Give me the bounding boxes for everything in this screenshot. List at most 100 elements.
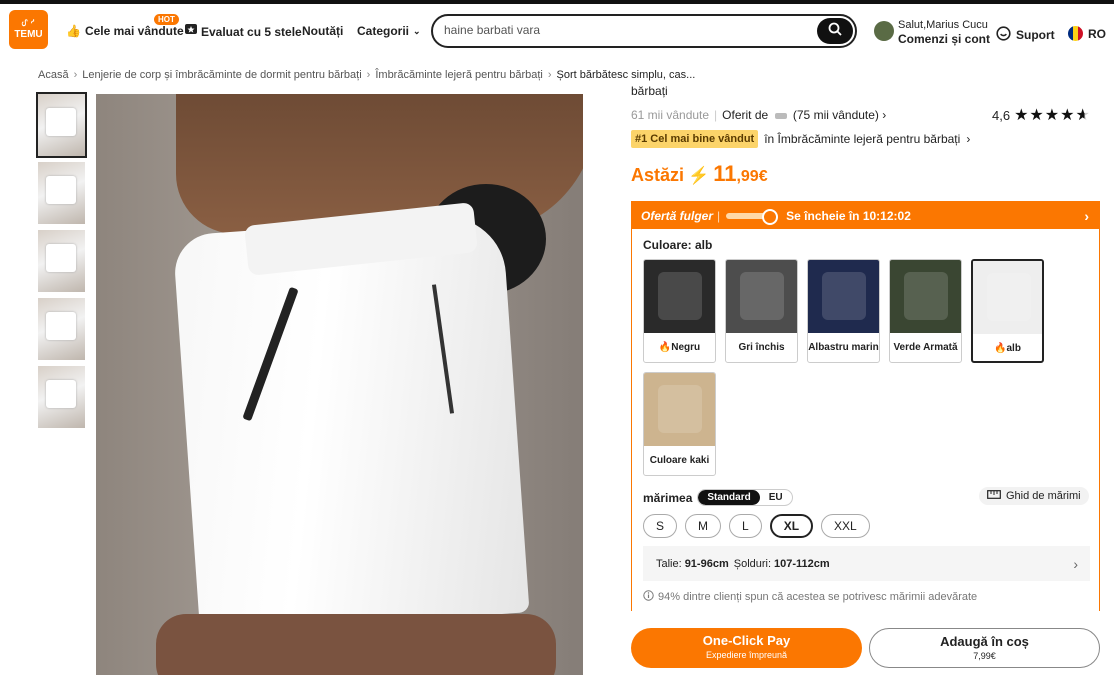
size-option-s[interactable]: S [643,514,678,538]
nav-five-star-label: Evaluat cu 5 stele [201,24,302,39]
color-label: Culoare: alb [643,238,713,252]
language-selector[interactable]: RO [1068,26,1106,41]
thumbs-up-icon: 👍 [66,24,81,38]
nav-categories-label: Categorii [357,24,410,38]
support-link[interactable]: Suport [996,26,1055,44]
support-label: Suport [1016,28,1055,42]
size-option-l[interactable]: L [729,514,762,538]
size-header: mărimea Standard EU [643,489,793,506]
toggle-standard[interactable]: Standard [698,490,760,505]
nav-five-star[interactable]: Evaluat cu 5 stele [185,24,302,39]
thumbnail-list [36,92,87,434]
seller-link[interactable]: Oferit de (75 mii vândute) › [722,108,886,122]
orders-account-link: Comenzi și cont [898,32,991,46]
rating-stars-icon: ★★★★★ [1014,107,1091,124]
size-guide-label: Ghid de mărimi [1006,490,1081,502]
breadcrumb-home[interactable]: Acasă [38,69,69,81]
thumbnail-2[interactable] [38,162,85,224]
pay-sublabel: Expediere împreună [705,650,788,660]
color-option-verde-armata[interactable]: Verde Armată [889,259,962,363]
color-option-gri-inchis[interactable]: Gri închis [725,259,798,363]
avatar[interactable] [874,21,894,41]
rating[interactable]: 4,6 ★★★★★ [992,105,1091,125]
breadcrumb-separator: › [366,69,371,81]
logo-text: TEMU [14,28,43,40]
main-product-image[interactable] [96,94,583,675]
waist-value: 91-96cm [684,557,729,570]
search-button[interactable] [817,18,853,44]
toggle-eu[interactable]: EU [760,490,792,505]
price: Astăzi ⚡ 11,99€ [631,161,768,187]
size-label: mărimea [643,490,693,505]
color-name: Negru [671,342,701,353]
countdown-progress [726,208,779,225]
chevron-right-icon: › [882,108,887,122]
sales-info: 61 mii vândute | Oferit de (75 mii vându… [631,108,886,122]
color-option-label: 🔥alb [973,334,1042,354]
color-thumb [644,373,715,446]
color-name: alb [1006,343,1021,354]
temu-logo[interactable]: ᦔ ᔇ TEMU [9,10,48,49]
search-input[interactable] [444,23,804,37]
flash-sale-bar[interactable]: Ofertă fulger | Se încheie în 10:12:02 › [632,202,1099,229]
fire-icon: 🔥 [994,343,1007,354]
color-name: Culoare kaki [649,455,710,466]
image-legs [156,614,556,675]
user-greeting: Salut,Marius Cucu [898,19,988,31]
color-name: Verde Armată [893,342,958,353]
pay-label: One-Click Pay [702,633,791,648]
seller-sold-count: (75 mii vândute) [792,108,879,122]
bestseller-row[interactable]: #1 Cel mai bine vândut în Îmbrăcăminte l… [631,130,970,148]
romania-flag-icon [1068,26,1083,41]
lightning-icon: ⚡ [688,166,710,185]
thumbnail-5[interactable] [38,366,85,428]
nav-news-label: Noutăți [302,24,344,38]
divider: | [717,208,721,223]
search-icon [828,22,842,41]
bestseller-badge: #1 Cel mai bine vândut [631,130,759,148]
hip-value: 107-112cm [774,557,830,570]
thumbnail-4[interactable] [38,298,85,360]
search-bar [431,14,857,48]
nav-bestsellers[interactable]: 👍 Cele mai vândute [66,24,184,38]
color-option-alb[interactable]: 🔥alb [971,259,1044,363]
info-icon [643,590,654,604]
size-system-toggle[interactable]: Standard EU [697,489,793,506]
size-option-xxl[interactable]: XXL [821,514,870,538]
support-icon [996,26,1011,44]
nav-categories[interactable]: Categorii ⌄ [357,24,421,38]
offered-by-label: Oferit de [722,108,769,122]
color-option-albastru-marin[interactable]: Albastru marin [807,259,880,363]
color-thumb [644,260,715,333]
add-to-cart-button[interactable]: Adaugă în coș 7,99€ [869,628,1100,668]
size-measurements[interactable]: Talie: 91-96cm Șolduri: 107-112cm › [643,546,1090,581]
header: ᦔ ᔇ TEMU 👍 Cele mai vândute HOT Evaluat … [0,4,1114,60]
one-click-pay-button[interactable]: One-Click Pay Expediere împreună [631,628,862,668]
hot-badge: HOT [154,14,179,25]
size-option-m[interactable]: M [685,514,722,538]
fit-note: 94% dintre clienți spun că acestea se po… [643,590,977,604]
color-option-kaki[interactable]: Culoare kaki [643,372,716,476]
fit-note-text: 94% dintre clienți spun că acestea se po… [658,591,978,603]
user-account[interactable]: Salut,Marius Cucu Comenzi și cont [898,18,990,46]
color-name: Gri închis [738,342,785,353]
flash-sale-label: Ofertă fulger [641,208,714,223]
breadcrumb-casual[interactable]: Îmbrăcăminte lejeră pentru bărbați [375,69,543,81]
nav-news[interactable]: Noutăți [302,24,343,38]
seller-logo-icon [774,112,787,119]
flash-sale-countdown: Se încheie în 10:12:02 [786,208,911,223]
size-options: S M L XL XXL [643,514,870,538]
breadcrumb-underwear[interactable]: Lenjerie de corp și îmbrăcăminte de dorm… [82,69,361,81]
color-options: 🔥Negru Gri închis Albastru marin Verde A… [643,259,1093,476]
size-option-xl[interactable]: XL [769,514,814,538]
color-thumb [890,260,961,333]
price-label: Astăzi [631,165,685,185]
color-option-negru[interactable]: 🔥Negru [643,259,716,363]
fire-icon: 🔥 [658,342,672,353]
chevron-right-icon: › [966,132,971,146]
size-guide-button[interactable]: Ghid de mărimi [979,487,1089,505]
thumbnail-1[interactable] [36,92,87,158]
logo-symbol: ᦔ ᔇ [21,18,36,28]
color-thumb [808,260,879,333]
thumbnail-3[interactable] [38,230,85,292]
